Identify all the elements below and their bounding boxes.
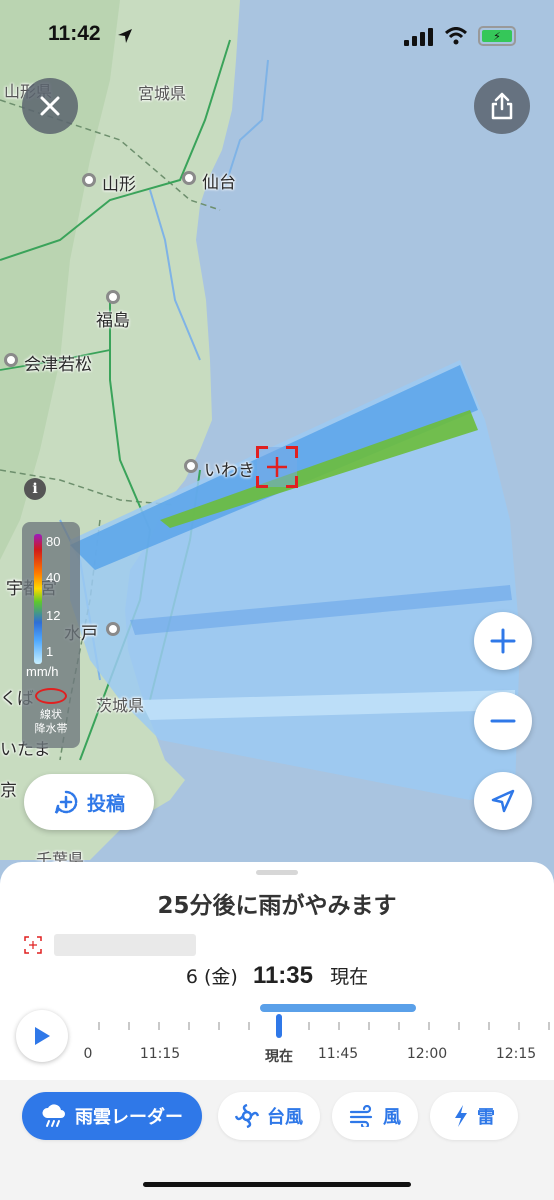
timeline-tick (128, 1022, 130, 1030)
timeline-cursor[interactable] (276, 1014, 282, 1038)
timeline-label-now: 現在 (265, 1049, 293, 1065)
play-button[interactable] (16, 1010, 68, 1062)
lightning-icon (455, 1105, 467, 1127)
city-dot-fukushima (106, 290, 120, 304)
wind-icon (349, 1105, 373, 1127)
location-name-placeholder (54, 934, 196, 956)
signal-icon (404, 28, 433, 46)
city-dot-mito (106, 622, 120, 636)
timeline-label: 12:00 (406, 1046, 448, 1062)
map-label-sendai: 仙台 (202, 173, 236, 193)
tab-lightning-label: 雷 (477, 1107, 495, 1128)
map-label-miyagi-pref: 宮城県 (138, 84, 187, 103)
date-label: 6 (金) (185, 966, 238, 988)
timeline-label: 0 (83, 1046, 93, 1062)
legend-color-bar (34, 534, 42, 664)
share-button[interactable] (474, 78, 530, 134)
senjo-label-line2: 降水帯 (34, 722, 68, 735)
zoom-out-button[interactable] (474, 692, 532, 750)
city-dot-sendai (182, 171, 196, 185)
home-indicator (143, 1182, 411, 1187)
timeline-label: 12:15 (495, 1046, 537, 1062)
tab-typhoon-label: 台風 (267, 1107, 303, 1128)
close-icon (40, 96, 60, 116)
timeline-tick (458, 1022, 460, 1030)
legend-unit: mm/h (26, 664, 59, 679)
tab-rain-radar[interactable]: 雨雲レーダー (22, 1092, 202, 1140)
map-label-iwaki: いわき (204, 461, 255, 481)
info-icon[interactable]: i (24, 478, 46, 500)
map-label-fukushima: 福島 (96, 311, 130, 331)
location-arrow-icon (118, 29, 132, 43)
current-location-button[interactable] (474, 772, 532, 830)
current-datetime: 6 (金) 11:35 現在 (0, 962, 554, 990)
city-dot-aizuwakamatsu (4, 353, 18, 367)
rain-forecast-headline: 25分後に雨がやみます (157, 893, 397, 919)
post-button[interactable]: 投稿 (24, 774, 154, 830)
city-dot-iwaki (184, 459, 198, 473)
navigation-arrow-icon (491, 789, 515, 813)
post-button-label: 投稿 (86, 792, 125, 815)
timeline-tick (308, 1022, 310, 1030)
map-label-yamagata: 山形 (102, 175, 136, 195)
timeline-tick (518, 1022, 520, 1030)
battery-icon: ⚡ (478, 26, 516, 46)
timeline-tick (398, 1022, 400, 1030)
mode-tab-bar: 雨雲レーダー 台風 風 雷 (0, 1080, 554, 1200)
tab-wind-label: 風 (383, 1107, 401, 1128)
map-label-tokyo: 京 (0, 781, 17, 801)
tab-typhoon[interactable]: 台風 (218, 1092, 320, 1140)
sheet-grabber[interactable] (256, 870, 298, 875)
timeline-tick (158, 1022, 160, 1030)
senjo-label-line1: 線状 (40, 708, 62, 721)
senjo-label: 線状 降水帯 (22, 708, 80, 736)
timeline-tick (548, 1022, 550, 1030)
wifi-icon (444, 27, 468, 45)
senjo-kousuitai-icon (35, 688, 67, 704)
timeline-tick (188, 1022, 190, 1030)
timeline-tick (488, 1022, 490, 1030)
minus-icon (490, 719, 516, 723)
tab-wind[interactable]: 風 (332, 1092, 418, 1140)
map-label-ibaraki-pref: 茨城県 (96, 696, 145, 715)
rain-cloud-icon (42, 1104, 65, 1127)
typhoon-icon (235, 1104, 259, 1128)
map-label-aizuwakamatsu: 会津若松 (24, 355, 92, 375)
city-dot-yamagata (82, 173, 96, 187)
timeline-tick (218, 1022, 220, 1030)
status-bar: 11:42 ⚡ (0, 0, 554, 70)
legend-tick-1: 1 (46, 644, 54, 659)
now-label: 現在 (330, 966, 369, 988)
legend-tick-80: 80 (46, 534, 61, 549)
location-target-icon[interactable] (255, 445, 299, 489)
timeline-tick (428, 1022, 430, 1030)
share-icon (491, 92, 513, 120)
legend-tick-12: 12 (46, 608, 61, 623)
legend-tick-40: 40 (46, 570, 61, 585)
precipitation-legend: 80 40 12 1 mm/h 線状 降水帯 (22, 522, 80, 748)
plus-icon (490, 628, 516, 654)
timeline-tick (368, 1022, 370, 1030)
close-button[interactable] (22, 78, 78, 134)
timeline-tick (338, 1022, 340, 1030)
timeline-tick (248, 1022, 250, 1030)
status-time: 11:42 (48, 22, 101, 45)
time-label: 11:35 (252, 962, 313, 989)
location-marker-icon (24, 936, 42, 954)
tab-rain-radar-label: 雨雲レーダー (75, 1107, 183, 1128)
play-icon (35, 1027, 50, 1045)
timeline-label: 11:15 (139, 1046, 181, 1062)
timeline-tick (98, 1022, 100, 1030)
forecast-range-bar (260, 1004, 416, 1012)
zoom-in-button[interactable] (474, 612, 532, 670)
timeline-label: 11:45 (317, 1046, 359, 1062)
tab-lightning[interactable]: 雷 (430, 1092, 518, 1140)
post-bubble-icon (54, 790, 78, 814)
